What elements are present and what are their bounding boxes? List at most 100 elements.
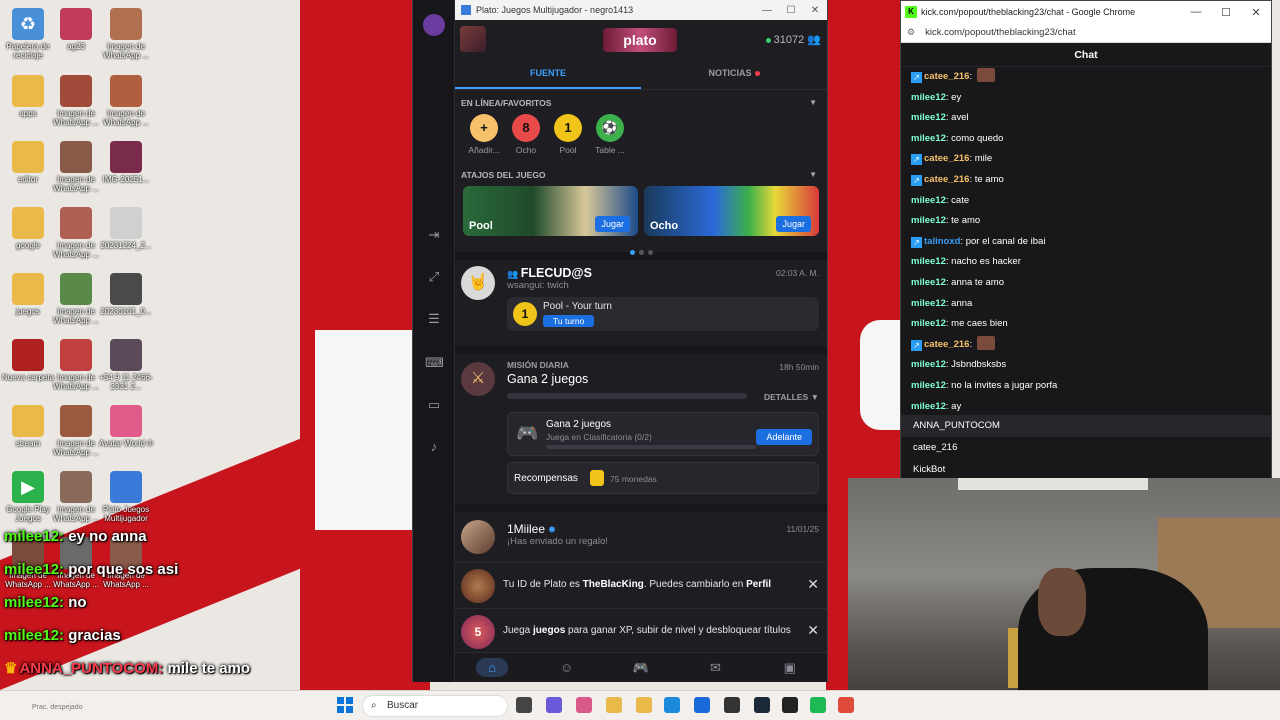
- desktop-icon[interactable]: 20231224_2...: [98, 207, 154, 250]
- turn-card[interactable]: 1 Pool - Your turn Tu turno: [507, 297, 819, 331]
- chat-username[interactable]: catee_216: [924, 174, 969, 185]
- chat-message[interactable]: milee12: como quedo: [911, 129, 1261, 150]
- desktop-icon[interactable]: Imagen de WhatsApp ...: [48, 273, 104, 325]
- start-button[interactable]: [337, 697, 353, 713]
- friend-item[interactable]: + Añadir...: [463, 114, 505, 168]
- terminal-icon[interactable]: [724, 697, 740, 713]
- coin-counter[interactable]: 31072 👥: [765, 33, 821, 46]
- friend-item[interactable]: 1 Pool: [547, 114, 589, 168]
- address-bar[interactable]: ⚙ kick.com/popout/theblacking23/chat: [901, 23, 1271, 43]
- close-button[interactable]: ✕: [803, 5, 827, 16]
- keyboard-icon[interactable]: ⌨: [425, 354, 444, 372]
- shortcuts-section-header[interactable]: ATAJOS DEL JUEGO ▼: [455, 168, 827, 182]
- mention-option[interactable]: catee_216: [901, 437, 1271, 459]
- chat-message[interactable]: milee12: ay: [911, 397, 1261, 418]
- desktop-icon[interactable]: Plato Juegos Multijugador: [98, 471, 154, 523]
- chat-username[interactable]: catee_216: [924, 153, 969, 164]
- play-ocho-button[interactable]: Jugar: [776, 216, 811, 232]
- chat-message[interactable]: milee12: avel: [911, 108, 1261, 129]
- mention-option[interactable]: ANNA_PUNTOCOM: [901, 415, 1271, 437]
- friend-item[interactable]: 8 Ocho: [505, 114, 547, 168]
- home-icon[interactable]: ⌂: [455, 653, 529, 682]
- friend-avatar[interactable]: [461, 520, 495, 554]
- chat-username[interactable]: milee12: [911, 133, 946, 144]
- maximize-button[interactable]: ☐: [779, 5, 803, 16]
- desktop-icon[interactable]: Imagen de WhatsApp ...: [98, 8, 154, 60]
- chrome-window[interactable]: K kick.com/popout/theblacking23/chat - G…: [900, 0, 1272, 481]
- chat-message[interactable]: ↗ talinoxd: por el canal de ibai: [911, 232, 1261, 253]
- mission-details-button[interactable]: DETALLES ▼: [764, 392, 819, 402]
- desktop-icon[interactable]: 20230101_0...: [98, 273, 154, 316]
- go-ahead-button[interactable]: Adelante: [756, 429, 812, 445]
- chat-username[interactable]: milee12: [911, 277, 946, 288]
- online-section-header[interactable]: EN LÍNEA/FAVORITOS ▼: [455, 96, 827, 110]
- obs-icon[interactable]: [782, 697, 798, 713]
- chat-message[interactable]: milee12: no la invites a jugar porfa: [911, 376, 1261, 397]
- edge-icon[interactable]: [664, 697, 680, 713]
- minimize-button[interactable]: —: [1181, 6, 1211, 19]
- game-card-pool[interactable]: Pool Jugar: [463, 186, 638, 236]
- widgets-icon[interactable]: [516, 697, 532, 713]
- desktop-icon[interactable]: Avatar World ®: [98, 405, 154, 448]
- copilot-icon[interactable]: [546, 697, 562, 713]
- chat-message[interactable]: milee12: Jsbndbsksbs: [911, 355, 1261, 376]
- file-explorer-icon[interactable]: [606, 697, 622, 713]
- close-icon[interactable]: ✕: [807, 576, 819, 593]
- chat-username[interactable]: milee12: [911, 380, 946, 391]
- site-info-icon[interactable]: ⚙: [907, 27, 915, 38]
- chat-username[interactable]: talinoxd: [924, 236, 960, 247]
- desktop-icon[interactable]: Imagen de WhatsApp ...: [98, 75, 154, 127]
- volume-icon[interactable]: ♪: [425, 438, 443, 456]
- tab-fuente[interactable]: FUENTE: [455, 60, 641, 89]
- store-icon[interactable]: [694, 697, 710, 713]
- chat-message[interactable]: milee12: ey: [911, 88, 1261, 109]
- friends-icon[interactable]: ☺: [529, 653, 603, 682]
- chat-username[interactable]: milee12: [911, 401, 946, 412]
- minimize-button[interactable]: —: [755, 5, 779, 16]
- rock-hand-avatar[interactable]: 🤘: [461, 266, 495, 300]
- plato-window[interactable]: ⇥ ⤢ ☰ ⌨ ▭ ♪ Plato: Juegos Multijugador -…: [412, 0, 828, 682]
- desktop-icon[interactable]: ag23: [48, 8, 104, 51]
- tag-icon[interactable]: ▭: [425, 396, 443, 414]
- chat-messages[interactable]: ↗ catee_216: milee12: ey milee12: avel mile…: [901, 67, 1271, 417]
- tab-noticias[interactable]: NOTICIAS: [641, 60, 827, 89]
- games-icon[interactable]: 🎮: [604, 653, 678, 682]
- desktop-icon[interactable]: Imagen de WhatsApp ...: [48, 339, 104, 391]
- chat-username[interactable]: catee_216: [924, 71, 969, 82]
- chat-message[interactable]: milee12: nacho es hacker: [911, 252, 1261, 273]
- chat-message[interactable]: ↗ catee_216:: [911, 67, 1261, 88]
- chat-message[interactable]: milee12: anna te amo: [911, 273, 1261, 294]
- messages-icon[interactable]: ✉: [678, 653, 752, 682]
- chat-message[interactable]: milee12: cate: [911, 191, 1261, 212]
- chat-username[interactable]: milee12: [911, 112, 946, 123]
- user-avatar[interactable]: [460, 26, 486, 52]
- steam-icon[interactable]: [754, 697, 770, 713]
- chat-message[interactable]: milee12: te amo: [911, 211, 1261, 232]
- carousel-dots[interactable]: [455, 236, 827, 255]
- chat-username[interactable]: milee12: [911, 215, 946, 226]
- desktop-icon[interactable]: Imagen de WhatsApp ...: [48, 141, 104, 193]
- desktop-icon[interactable]: Imagen de WhatsApp ...: [48, 405, 104, 457]
- chat-message[interactable]: ↗ catee_216:: [911, 335, 1261, 356]
- chat-message[interactable]: ↗ catee_216: mile: [911, 149, 1261, 170]
- chat-username[interactable]: milee12: [911, 92, 946, 103]
- maximize-button[interactable]: ☐: [1211, 6, 1241, 19]
- desktop-icon[interactable]: Imagen de WhatsApp ...: [48, 471, 104, 523]
- chat-username[interactable]: catee_216: [924, 339, 969, 350]
- chat-username[interactable]: milee12: [911, 359, 946, 370]
- desktop-icon[interactable]: IMG-20251...: [98, 141, 154, 184]
- spotify-icon[interactable]: [810, 697, 826, 713]
- friend-item[interactable]: ⚽ Table ...: [589, 114, 631, 168]
- photos-icon[interactable]: [576, 697, 592, 713]
- chat-username[interactable]: milee12: [911, 318, 946, 329]
- gift-post[interactable]: 1Miilee ✸ ¡Has enviado un regalo! 11/01/…: [455, 512, 827, 562]
- folder-icon[interactable]: [636, 697, 652, 713]
- profile-avatar[interactable]: [423, 14, 445, 36]
- game-card-ocho[interactable]: Ocho Jugar: [644, 186, 819, 236]
- expand-icon[interactable]: ⤢: [425, 268, 443, 286]
- desktop-icon[interactable]: Imagen de WhatsApp ...: [48, 75, 104, 127]
- close-button[interactable]: ✕: [1241, 6, 1271, 19]
- play-pool-button[interactable]: Jugar: [595, 216, 630, 232]
- desktop-icon[interactable]: Imagen de WhatsApp ...: [48, 207, 104, 259]
- chrome-icon[interactable]: [838, 697, 854, 713]
